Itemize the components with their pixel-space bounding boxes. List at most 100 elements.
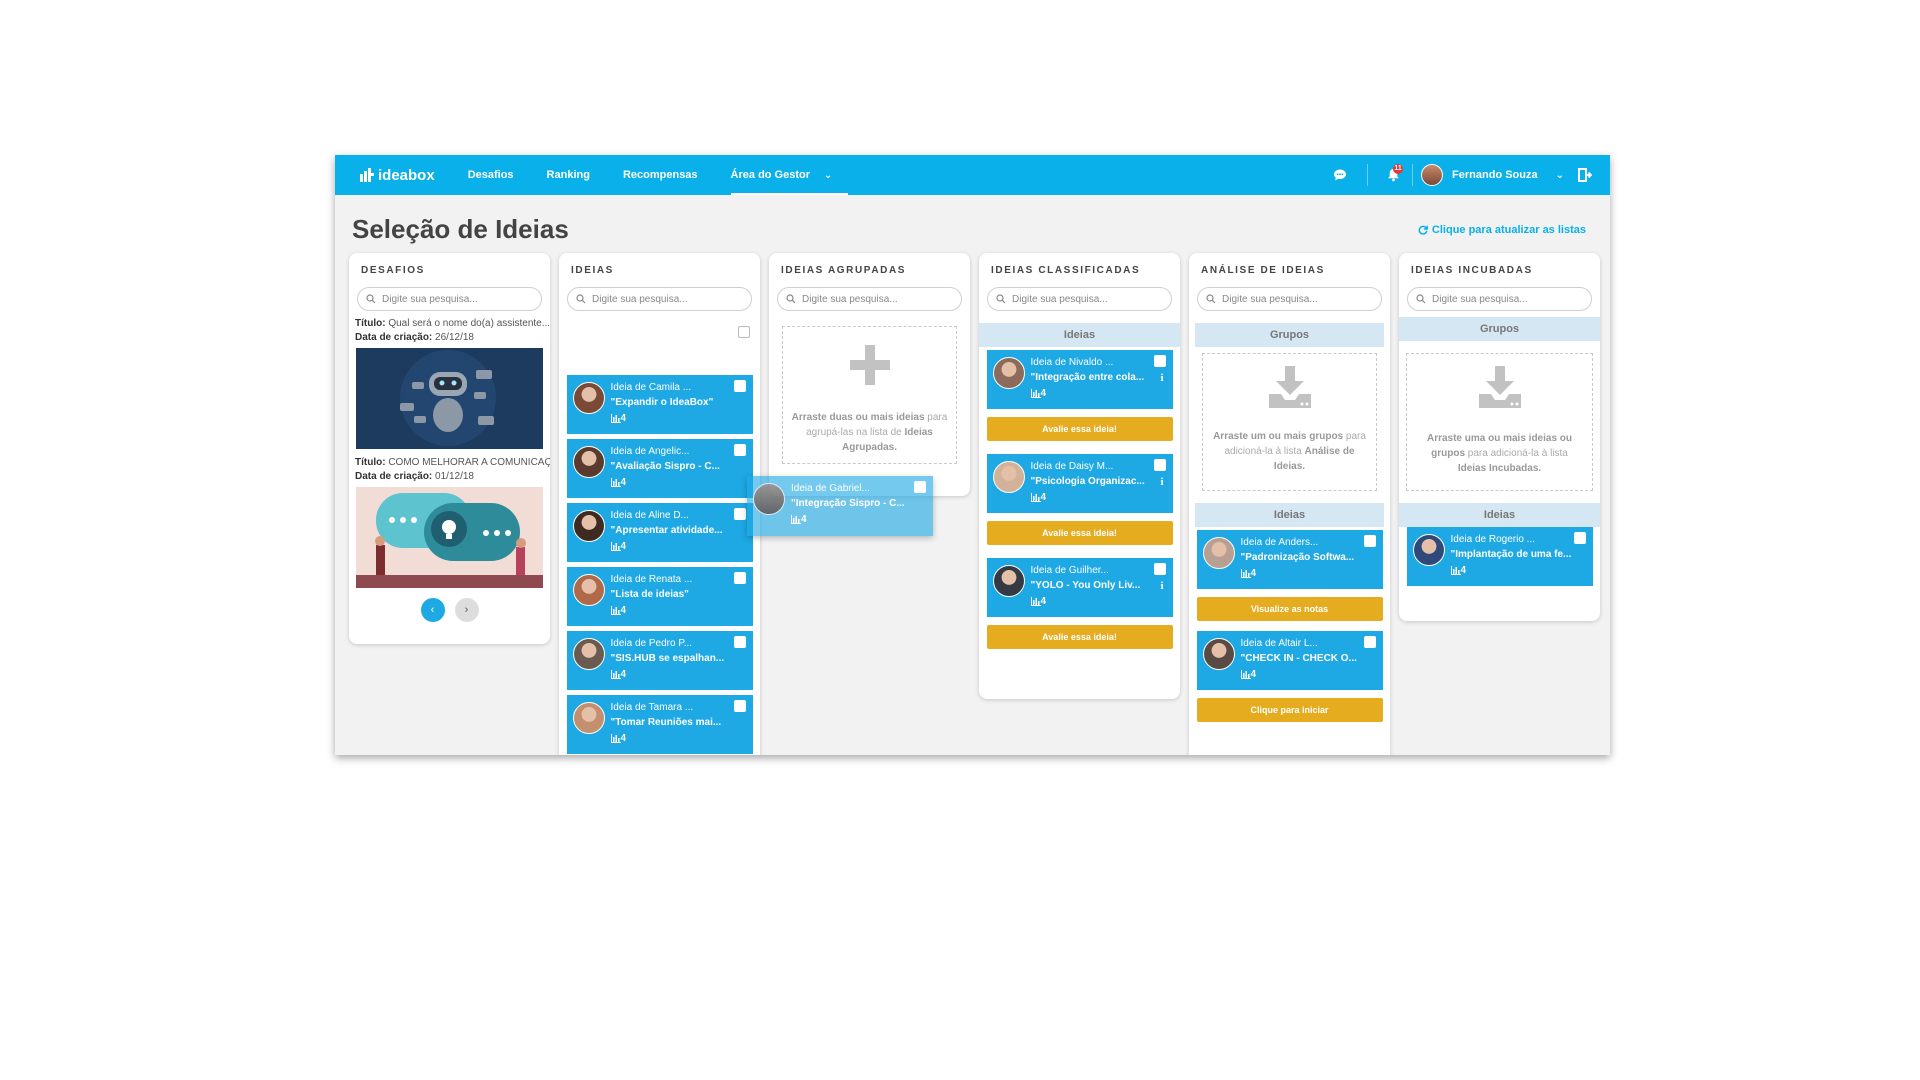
search-input[interactable] [382, 293, 532, 305]
prev-page-button[interactable]: ‹ [420, 598, 445, 622]
incubated-list: Ideia de Rogerio ... "Implantação de uma … [1399, 527, 1600, 586]
logout-button[interactable] [1574, 164, 1596, 186]
info-icon[interactable]: i [1160, 580, 1163, 592]
idea-card-wrapper: Ideia de Nivaldo ... "Integração entre co… [979, 350, 1180, 441]
idea-checkbox[interactable] [1573, 532, 1586, 544]
idea-checkbox[interactable] [733, 572, 746, 584]
plus-icon [849, 345, 890, 385]
idea-card[interactable]: Ideia de Daisy M... "Psicologia Organizac… [986, 454, 1173, 513]
search-input[interactable] [1432, 293, 1582, 305]
drop-zone-agrupadas[interactable]: Arraste duas ou mais ideias para agrupá-… [782, 326, 957, 464]
idea-card[interactable]: Ideia de Rogerio ... "Implantação de uma … [1406, 527, 1593, 586]
idea-score-value: 4 [620, 413, 627, 424]
idea-author: Ideia de Nivaldo ... [1030, 357, 1114, 368]
search-box [987, 287, 1172, 311]
idea-checkbox[interactable] [733, 700, 746, 712]
drop-zone-incubadas[interactable]: Arraste uma ou mais ideias ou grupos par… [1406, 353, 1593, 491]
brand-logo[interactable]: ideabox [360, 167, 435, 184]
bar-chart-icon [610, 478, 621, 487]
challenge-date-label: Data de criação: [355, 471, 433, 482]
challenge-image-robot[interactable] [356, 348, 543, 449]
idea-score: 4 [610, 475, 753, 490]
idea-action-button[interactable]: Clique para iniciar [1196, 698, 1383, 722]
drop-text: para adicioná-la à lista [1465, 448, 1568, 459]
idea-checkbox[interactable] [733, 444, 746, 456]
idea-checkbox[interactable] [733, 636, 746, 648]
idea-action-button[interactable]: Avalie essa ideia! [986, 417, 1173, 441]
challenge-title: Título: COMO MELHORAR A COMUNICAÇÃO [349, 456, 550, 470]
idea-checkbox[interactable] [1153, 459, 1166, 471]
idea-score: 4 [610, 603, 753, 618]
column-ideias-classificadas: IDEIAS CLASSIFICADAS Ideias Ideia de Niv… [979, 253, 1180, 699]
drop-zone-text: Arraste um ou mais grupos para adicioná-… [1203, 429, 1376, 474]
dragging-idea-card[interactable]: Ideia de Gabriel... "Integração Sispro -… [747, 476, 933, 536]
idea-card[interactable]: Ideia de Anders... "Padronização Softwa..… [1196, 530, 1383, 589]
idea-card[interactable]: Ideia de Renata ... "Lista de ideias" 4 [566, 567, 753, 626]
next-page-button[interactable]: › [454, 598, 479, 622]
challenge-image-communication[interactable] [356, 487, 543, 588]
refresh-lists-link[interactable]: Clique para atualizar as listas [1418, 224, 1586, 236]
idea-checkbox[interactable] [1363, 535, 1376, 547]
idea-action-button[interactable]: Visualize as notas [1196, 597, 1383, 621]
drop-text-strong: Ideias Incubadas. [1457, 463, 1542, 474]
search-icon [1206, 294, 1216, 304]
nav-divider [1367, 164, 1369, 186]
idea-checkbox[interactable] [733, 380, 746, 392]
avatar [1202, 537, 1235, 569]
nav-desafios[interactable]: Desafios [468, 155, 514, 195]
idea-action-button[interactable]: Avalie essa ideia! [986, 625, 1173, 649]
challenge-title-label: Título: [355, 457, 386, 468]
idea-card-wrapper: Ideia de Pedro P... "SIS.HUB se espalhan.… [559, 631, 760, 690]
info-icon[interactable]: i [1160, 372, 1163, 384]
search-icon [786, 294, 796, 304]
user-menu[interactable]: Fernando Souza ⌄ [1421, 164, 1564, 186]
avatar [572, 574, 605, 606]
idea-checkbox[interactable] [733, 508, 746, 520]
idea-card[interactable]: Ideia de Pedro P... "SIS.HUB se espalhan.… [566, 631, 753, 690]
search-input[interactable] [1222, 293, 1372, 305]
refresh-lists-label: Clique para atualizar as listas [1431, 224, 1586, 236]
chat-button[interactable] [1329, 164, 1351, 186]
nav-ranking[interactable]: Ranking [547, 155, 590, 195]
nav-recompensas[interactable]: Recompensas [623, 155, 698, 195]
drop-zone-text: Arraste duas ou mais ideias para agrupá-… [783, 410, 956, 455]
idea-card[interactable]: Ideia de Camila ... "Expandir o IdeaBox" 4 [566, 375, 753, 434]
search-input[interactable] [802, 293, 952, 305]
bar-chart-icon [610, 414, 621, 423]
select-all-checkbox[interactable] [738, 326, 750, 338]
idea-score-value: 4 [1250, 669, 1257, 680]
idea-score-value: 4 [1250, 568, 1257, 579]
nav-area-gestor[interactable]: Área do Gestor ⌄ [730, 155, 849, 195]
column-title: IDEIAS CLASSIFICADAS [991, 265, 1141, 276]
idea-card[interactable]: Ideia de Altair L... "CHECK IN - CHECK O.… [1196, 631, 1383, 690]
idea-score-value: 4 [1040, 388, 1047, 399]
bar-chart-icon [610, 670, 621, 679]
search-input[interactable] [592, 293, 742, 305]
idea-card[interactable]: Ideia de Aline D... "Apresentar atividade… [566, 503, 753, 562]
idea-action-button[interactable]: Avalie essa ideia! [986, 521, 1173, 545]
idea-checkbox[interactable] [914, 481, 926, 493]
idea-card[interactable]: Ideia de Tamara ... "Tomar Reuniões mai..… [566, 695, 753, 754]
section-ideias: Ideias [1195, 503, 1384, 527]
ideabox-logo-icon [360, 168, 374, 182]
column-title: DESAFIOS [361, 265, 425, 276]
notifications-button[interactable]: 11 [1382, 164, 1404, 186]
idea-card[interactable]: Ideia de Nivaldo ... "Integração entre co… [986, 350, 1173, 409]
idea-score-value: 4 [620, 541, 627, 552]
idea-author: Ideia de Altair L... [1240, 638, 1318, 649]
avatar [572, 382, 605, 414]
idea-score: 4 [610, 411, 753, 426]
idea-score-value: 4 [620, 477, 627, 488]
idea-card[interactable]: Ideia de Guilher... "YOLO - You Only Liv.… [986, 558, 1173, 617]
search-box [777, 287, 962, 311]
search-input[interactable] [1012, 293, 1162, 305]
idea-name: "Integração entre cola... [1030, 372, 1145, 383]
info-icon[interactable]: i [1160, 476, 1163, 488]
challenge-date-value: 01/12/18 [435, 471, 474, 482]
idea-checkbox[interactable] [1153, 355, 1166, 367]
drop-zone-analise[interactable]: Arraste um ou mais grupos para adicioná-… [1202, 353, 1377, 491]
chevron-down-icon: ⌄ [1555, 169, 1564, 181]
idea-checkbox[interactable] [1363, 636, 1376, 648]
idea-checkbox[interactable] [1153, 563, 1166, 575]
idea-card[interactable]: Ideia de Angelic... "Avaliação Sispro - C… [566, 439, 753, 498]
